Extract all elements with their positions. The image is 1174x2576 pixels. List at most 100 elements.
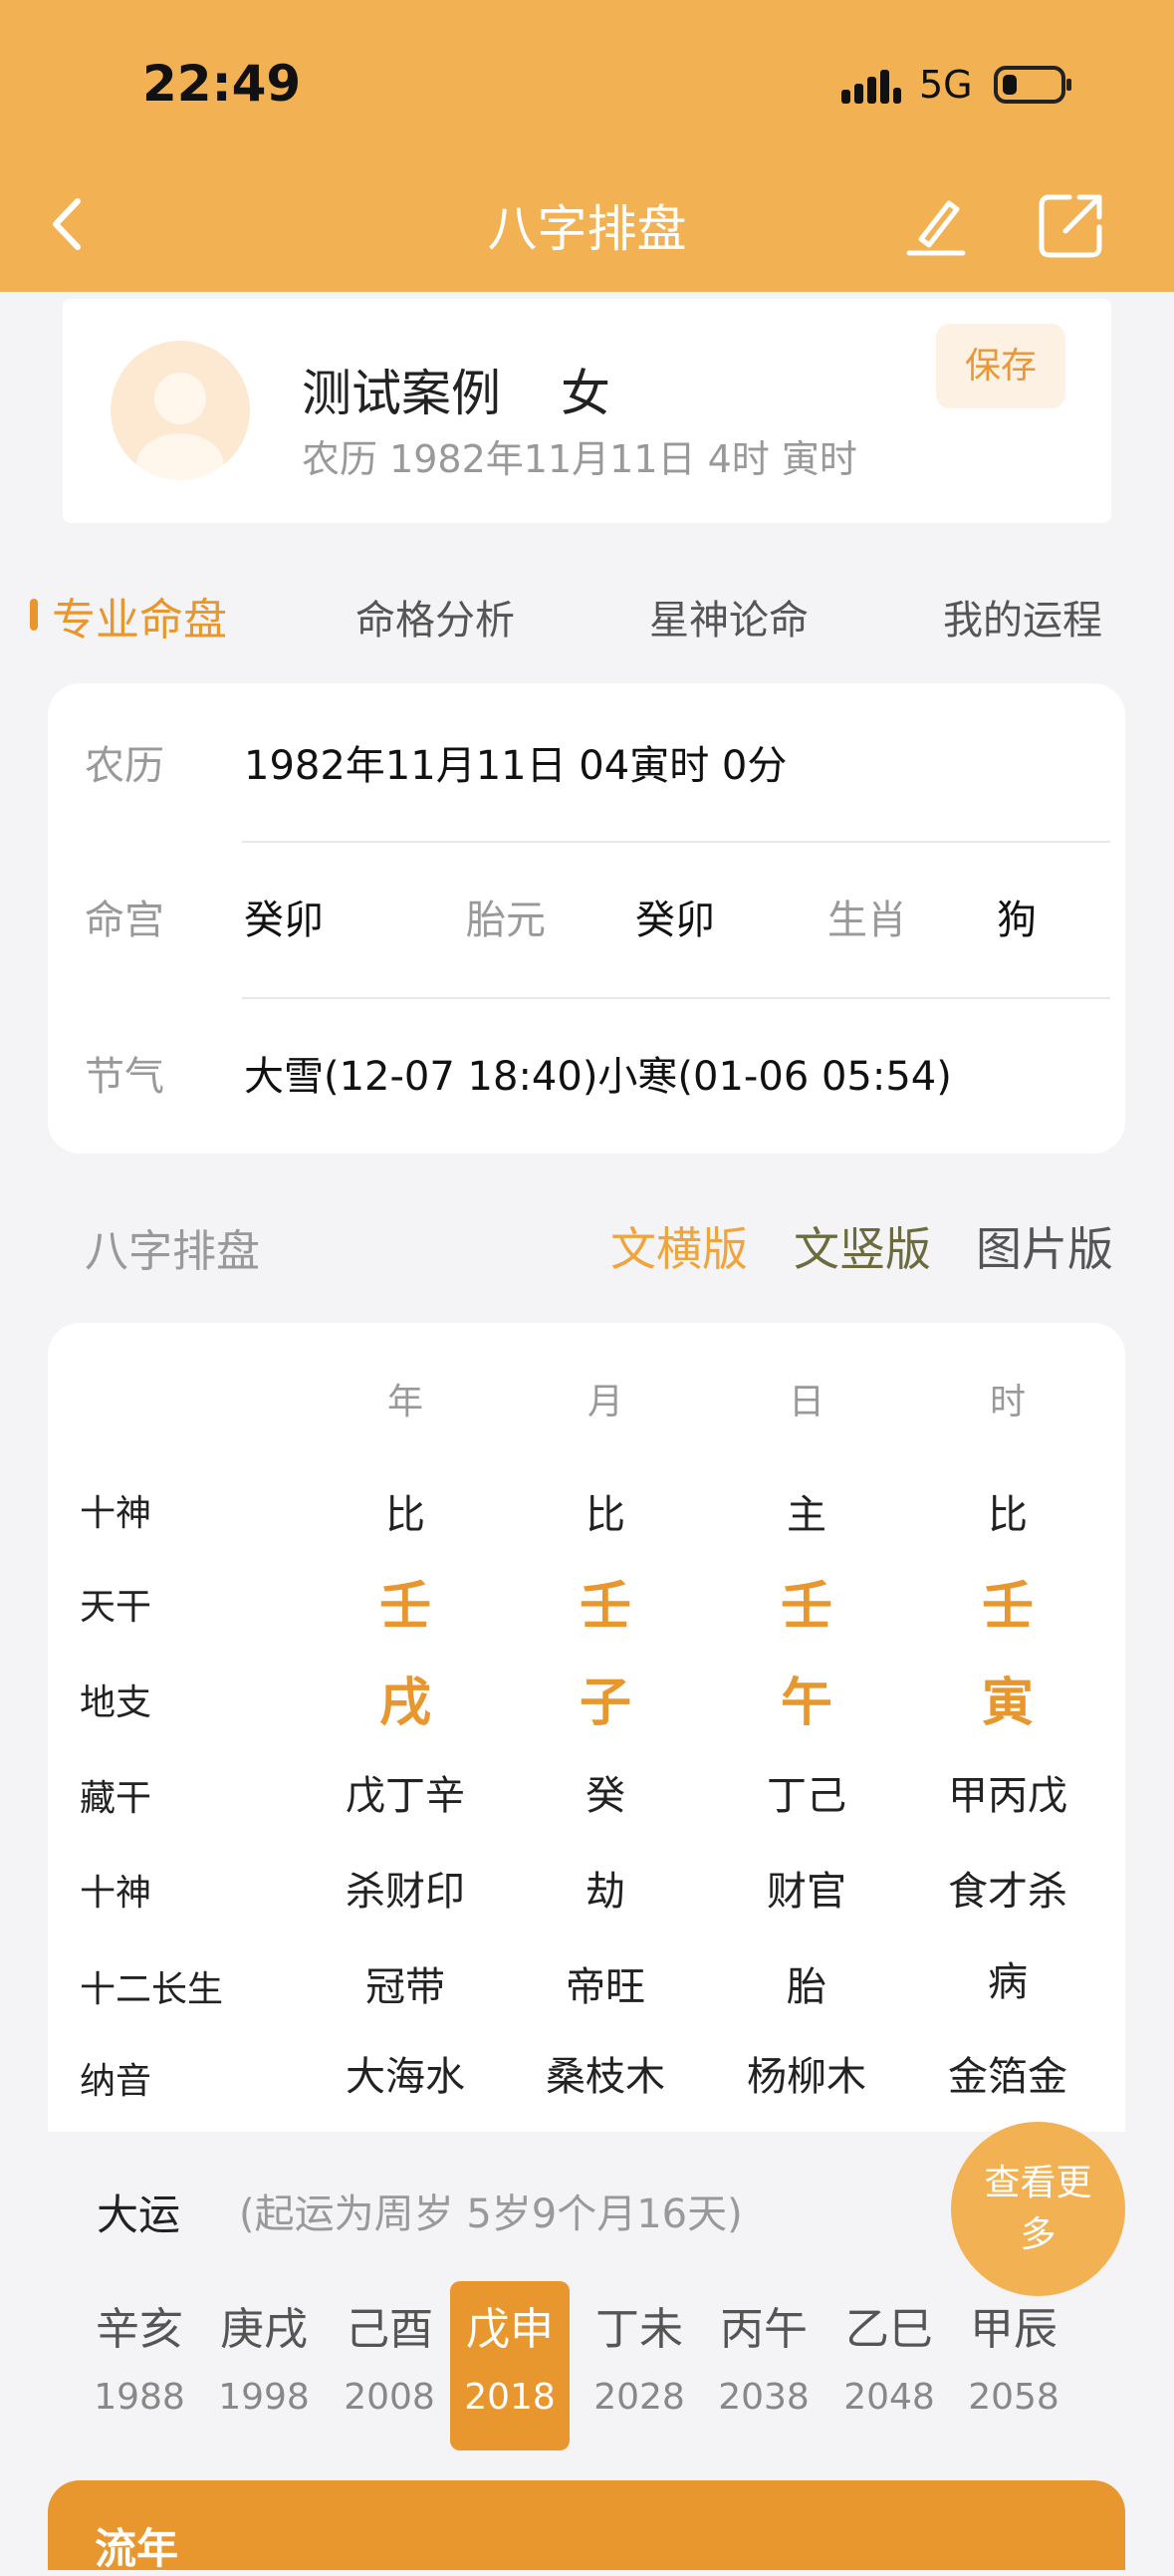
lunar-label: 农历: [85, 743, 164, 789]
dayun-year: 1988: [94, 2377, 185, 2418]
pillar-cell: 比: [385, 1492, 425, 1538]
dayun-year: 2048: [843, 2377, 935, 2418]
row-label-tiangan: 天干: [80, 1587, 152, 1628]
avatar-person-icon: [136, 373, 224, 480]
dayun-year: 2008: [344, 2377, 435, 2418]
earthly-branch: 午: [780, 1674, 832, 1733]
earthly-branch: 寅: [981, 1674, 1034, 1733]
earthly-branch: 子: [579, 1674, 631, 1733]
pillar-cell: 主: [787, 1492, 826, 1538]
heavenly-stem: 壬: [981, 1577, 1034, 1637]
dayun-item[interactable]: 丙午 2038: [704, 2281, 823, 2450]
pillar-header-day: 日: [788, 1382, 824, 1422]
dayun-ganzhi: 丁未: [595, 2304, 683, 2355]
minggong-value: 癸卯: [244, 898, 324, 943]
pillar-cell: 甲丙戊: [948, 1773, 1067, 1819]
row-label-canggan: 藏干: [80, 1778, 152, 1819]
liunian-bar[interactable]: [48, 2480, 1125, 2570]
row-label-changsheng: 十二长生: [80, 1969, 224, 2010]
pillar-cell: 帝旺: [566, 1964, 645, 2010]
shengxiao-value: 狗: [997, 898, 1037, 943]
pillar-cell: 丁己: [767, 1773, 846, 1819]
pillar-cell: 戊丁辛: [346, 1773, 465, 1819]
save-button[interactable]: 保存: [936, 324, 1065, 408]
view-option-vertical[interactable]: 文竖版: [794, 1213, 931, 1279]
dayun-year: 2058: [968, 2377, 1059, 2418]
dayun-ganzhi: 乙巳: [845, 2304, 933, 2355]
pillar-cell: 胎: [787, 1964, 826, 2010]
status-time: 22:49: [142, 55, 302, 113]
share-icon[interactable]: [1036, 189, 1107, 261]
pillar-header-year: 年: [386, 1382, 423, 1422]
birth-info-card: 农历 1982年11月11日 04寅时 0分 命宫 癸卯 胎元 癸卯 生肖 狗 …: [48, 683, 1125, 1154]
page-title: 八字排盘: [487, 200, 687, 258]
dayun-year: 2028: [593, 2377, 685, 2418]
pillar-cell: 杀财印: [346, 1869, 465, 1915]
edit-icon[interactable]: [901, 189, 971, 259]
tab-star-analysis[interactable]: 星神论命: [649, 588, 809, 645]
dayun-ganzhi: 己酉: [346, 2304, 433, 2355]
network-label: 5G: [919, 63, 973, 107]
tab-bar: 专业命盘 命格分析 星神论命 我的运程: [0, 578, 1174, 647]
active-tab-indicator: [30, 599, 38, 631]
lunar-value: 1982年11月11日 04寅时 0分: [244, 743, 788, 789]
avatar: [111, 341, 250, 480]
pillar-cell: 杨柳木: [747, 2054, 866, 2100]
pillar-cell: 财官: [767, 1869, 846, 1915]
section-title: 八字排盘: [85, 1226, 260, 1277]
dayun-ganzhi: 甲辰: [970, 2304, 1057, 2355]
heavenly-stem: 壬: [780, 1577, 832, 1637]
jieqi-label: 节气: [85, 1054, 164, 1100]
pillar-cell: 冠带: [365, 1964, 445, 2010]
dayun-title: 大运: [97, 2190, 181, 2239]
dayun-year: 1998: [218, 2377, 310, 2418]
profile-birth-date: 农历 1982年11月11日 4时 寅时: [302, 437, 857, 481]
view-option-image[interactable]: 图片版: [976, 1213, 1113, 1279]
dayun-ganzhi: 辛亥: [96, 2304, 183, 2355]
signal-icon: [841, 70, 901, 104]
dayun-start-note: (起运为周岁 5岁9个月16天): [239, 2191, 743, 2237]
pillar-cell: 食才杀: [948, 1869, 1067, 1915]
row-label-nayin: 纳音: [80, 2061, 152, 2102]
view-option-horizontal[interactable]: 文横版: [610, 1213, 748, 1279]
minggong-label: 命宫: [85, 898, 164, 943]
dayun-item[interactable]: 乙巳 2048: [829, 2281, 949, 2450]
battery-icon: [994, 66, 1071, 104]
taiyuan-value: 癸卯: [635, 898, 715, 943]
dayun-item[interactable]: 辛亥 1988: [80, 2281, 199, 2450]
taiyuan-label: 胎元: [466, 898, 546, 943]
profile-name: 测试案例: [302, 365, 501, 422]
row-label-dizhi: 地支: [80, 1682, 152, 1723]
shengxiao-label: 生肖: [827, 898, 907, 943]
jieqi-value: 大雪(12-07 18:40)小寒(01-06 05:54): [244, 1054, 952, 1100]
earthly-branch: 戌: [378, 1674, 431, 1733]
dayun-item-selected[interactable]: 戊申 2018: [450, 2281, 570, 2450]
pillar-header-month: 月: [587, 1382, 623, 1422]
dayun-item[interactable]: 己酉 2008: [330, 2281, 449, 2450]
dayun-year: 2018: [464, 2377, 556, 2418]
dayun-year: 2038: [718, 2377, 810, 2418]
view-more-label: 查看更多: [984, 2162, 1092, 2255]
dayun-item[interactable]: 丁未 2028: [580, 2281, 699, 2450]
dayun-item[interactable]: 庚戌 1998: [204, 2281, 324, 2450]
divider: [242, 841, 1110, 843]
pillar-header-hour: 时: [989, 1382, 1026, 1422]
divider: [242, 997, 1110, 999]
dayun-ganzhi: 戊申: [466, 2304, 554, 2355]
pillar-cell: 比: [988, 1492, 1028, 1538]
profile-gender: 女: [561, 365, 610, 422]
pillar-cell: 桑枝木: [546, 2054, 665, 2100]
tab-my-fortune[interactable]: 我的运程: [943, 588, 1102, 645]
view-more-button[interactable]: 查看更多: [951, 2122, 1125, 2296]
app-header: 22:49 5G 八字排盘: [0, 0, 1174, 292]
pillar-cell: 癸: [586, 1773, 625, 1819]
tab-professional-chart[interactable]: 专业命盘: [52, 584, 227, 647]
tab-pattern-analysis[interactable]: 命格分析: [355, 588, 515, 645]
pillar-cell: 金箔金: [948, 2054, 1067, 2100]
row-label-shishen: 十神: [80, 1493, 152, 1534]
profile-card: 测试案例 女 农历 1982年11月11日 4时 寅时 保存: [63, 299, 1111, 523]
selected-notch: [490, 2450, 524, 2476]
row-label-shishen-hidden: 十神: [80, 1873, 152, 1914]
dayun-item[interactable]: 甲辰 2058: [954, 2281, 1073, 2450]
pillar-cell: 大海水: [346, 2054, 465, 2100]
